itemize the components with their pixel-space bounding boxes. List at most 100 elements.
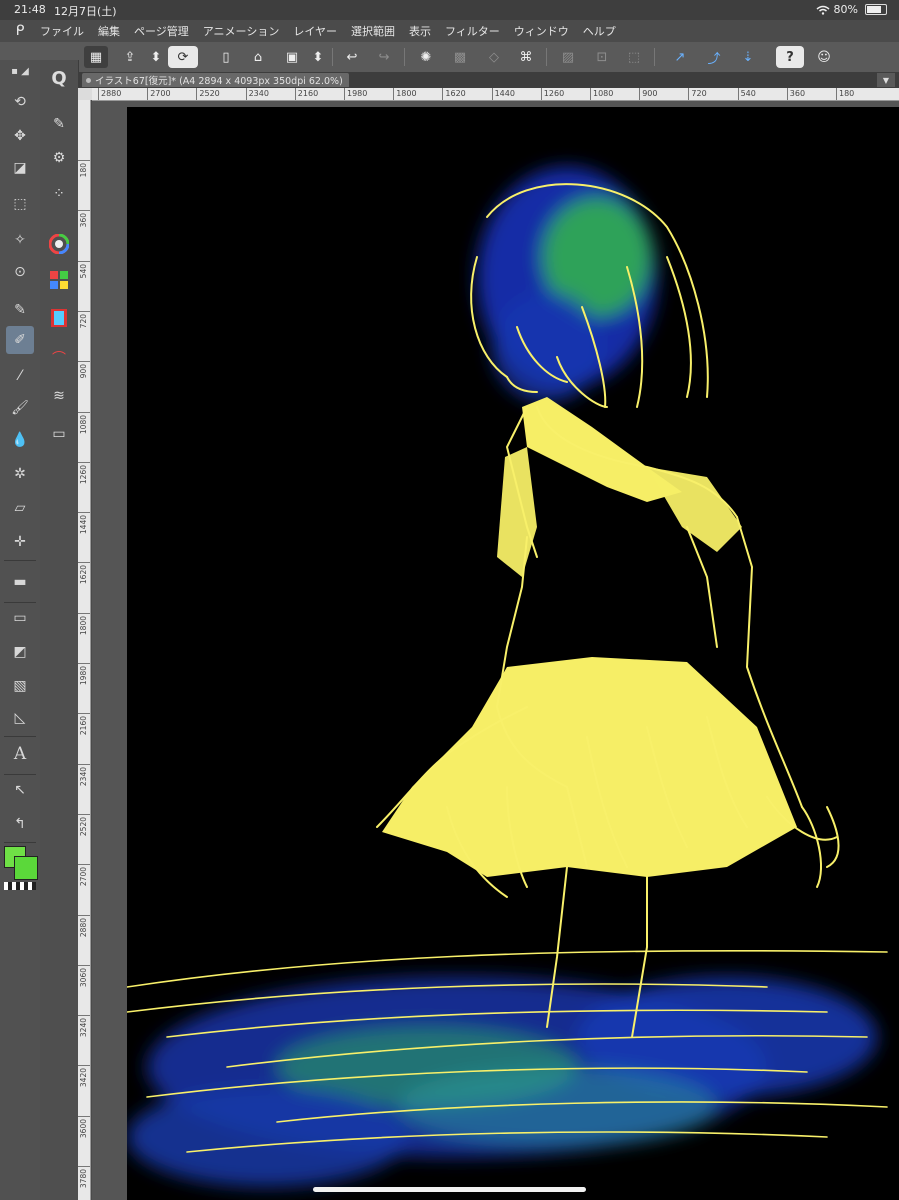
updown2-icon[interactable]: ⬍ bbox=[306, 46, 330, 68]
brush-size-icon[interactable]: ⁘ bbox=[45, 180, 73, 208]
document-title: イラスト67[復元]* (A4 2894 x 4093px 350dpi 62.… bbox=[95, 76, 343, 87]
ruler-tick-label: 2700 bbox=[78, 864, 90, 886]
ruler-tick-label: 3600 bbox=[78, 1115, 90, 1138]
sub-color-swatch[interactable] bbox=[14, 856, 38, 880]
skirt bbox=[382, 657, 797, 877]
ruler-tick-label: 2880 bbox=[98, 88, 121, 100]
ruler-tick-label: 2520 bbox=[196, 88, 220, 100]
decoration-icon[interactable]: ✛ bbox=[6, 528, 34, 556]
ruler-tick-label: 540 bbox=[737, 88, 756, 100]
palette-grip-icon[interactable]: ▪ ◢ bbox=[6, 60, 34, 82]
ruler-tick-label: 1620 bbox=[442, 88, 466, 100]
open-folder-icon[interactable]: ⌂ bbox=[246, 46, 270, 68]
ruler-tick-label: 3060 bbox=[78, 964, 90, 987]
import-icon[interactable]: ⇪ bbox=[118, 46, 142, 68]
menu-page[interactable]: ページ管理 bbox=[134, 23, 189, 39]
loading-icon[interactable]: ✺ bbox=[414, 46, 438, 68]
move-icon[interactable]: ✥ bbox=[6, 122, 34, 150]
sleeve-right bbox=[647, 467, 742, 552]
eyedropper-icon[interactable]: ⊙ bbox=[6, 258, 34, 286]
select-icon[interactable]: ⬚ bbox=[622, 46, 646, 68]
fill-bucket-icon[interactable]: ◩ bbox=[6, 638, 34, 666]
date: 12月7日(土) bbox=[54, 5, 117, 18]
selection-rect-icon[interactable]: ⬚ bbox=[6, 190, 34, 218]
correct-line-icon[interactable]: ↰ bbox=[6, 810, 34, 838]
cloud-sync-icon[interactable]: ⟳ bbox=[168, 46, 198, 68]
ruler-icon[interactable]: ◺ bbox=[6, 704, 34, 732]
erase-icon[interactable]: ◇ bbox=[482, 46, 506, 68]
menu-filter[interactable]: フィルター bbox=[445, 23, 500, 39]
menu-view[interactable]: 表示 bbox=[409, 23, 431, 39]
ruler-snap-icon[interactable]: ↗ bbox=[668, 46, 692, 68]
text-tool-icon[interactable]: A bbox=[6, 740, 34, 768]
command-bar: ▦ ⇪ ⬍ ⟳ ▯ ⌂ ▣ ⬍ ↩ ↪ ✺ ▩ ◇ ⌘ ▨ ⊡ ⬚ ↗ ⤴ ⇣ … bbox=[0, 42, 899, 73]
home-indicator[interactable] bbox=[313, 1187, 586, 1192]
menu-help[interactable]: ヘルプ bbox=[583, 23, 616, 39]
tool-property-icon[interactable]: ⚙ bbox=[45, 144, 73, 172]
ruler-tick-label: 540 bbox=[78, 260, 90, 278]
document-tab-bar: イラスト67[復元]* (A4 2894 x 4093px 350dpi 62.… bbox=[78, 72, 899, 88]
ruler-tick-label: 1620 bbox=[78, 562, 90, 584]
special-ruler-snap-icon[interactable]: ⤴ bbox=[702, 46, 726, 68]
document-tab[interactable]: イラスト67[復元]* (A4 2894 x 4093px 350dpi 62.… bbox=[82, 73, 349, 87]
sleeve-left bbox=[497, 447, 537, 577]
pen-icon[interactable]: ✎ bbox=[6, 296, 34, 324]
close-tab-icon[interactable] bbox=[86, 77, 91, 83]
eraser-icon[interactable]: ▱ bbox=[6, 494, 34, 522]
sub-tool-icon[interactable]: ✎ bbox=[45, 110, 73, 138]
ruler-tick-label: 1080 bbox=[78, 411, 90, 434]
fill-icon[interactable]: ▩ bbox=[448, 46, 472, 68]
crop-icon[interactable]: ⊡ bbox=[590, 46, 614, 68]
horizontal-ruler: 2880 2700 2520 2340 2160 1980 1800 1620 1440 1260… bbox=[92, 88, 899, 101]
quick-access-icon[interactable]: Q bbox=[45, 64, 73, 92]
grid-snap-icon[interactable]: ⇣ bbox=[736, 46, 760, 68]
save-icon[interactable]: ▣ bbox=[280, 46, 304, 68]
layer-icon[interactable]: ≋ bbox=[45, 382, 73, 410]
menu-window[interactable]: ウィンドウ bbox=[514, 23, 569, 39]
object-icon[interactable]: ◪ bbox=[6, 154, 34, 182]
blend-icon[interactable]: 💧 bbox=[6, 426, 34, 454]
canvas-area[interactable] bbox=[92, 101, 899, 1200]
menu-edit[interactable]: 編集 bbox=[98, 23, 120, 39]
airbrush-icon[interactable]: ✲ bbox=[6, 460, 34, 488]
color-wheel-icon[interactable] bbox=[45, 230, 73, 258]
brush-icon[interactable]: ⁄ bbox=[6, 362, 34, 390]
balloon-icon[interactable]: ↖ bbox=[6, 776, 34, 804]
ruler-tick-label: 720 bbox=[688, 88, 707, 100]
menu-file[interactable]: ファイル bbox=[40, 23, 84, 39]
help-icon[interactable]: ? bbox=[776, 46, 804, 68]
ruler-tick-label: 1260 bbox=[540, 88, 564, 100]
material-folder-icon[interactable]: ▭ bbox=[45, 420, 73, 448]
magic-wand-icon[interactable]: ✧ bbox=[6, 226, 34, 254]
menu-layer[interactable]: レイヤー bbox=[293, 23, 337, 39]
ruler-tick-label: 1440 bbox=[78, 512, 90, 534]
ruler-tick-label: 1080 bbox=[590, 88, 613, 100]
battery-percent: 80% bbox=[833, 3, 858, 16]
color-set-icon[interactable] bbox=[45, 266, 73, 294]
grid-icon[interactable]: ▦ bbox=[84, 46, 108, 68]
menu-selection[interactable]: 選択範囲 bbox=[351, 23, 395, 39]
new-file-icon[interactable]: ▯ bbox=[214, 46, 238, 68]
ruler-tick-label: 360 bbox=[78, 210, 90, 228]
wifi-icon bbox=[816, 5, 830, 15]
timeline-icon[interactable] bbox=[45, 304, 73, 332]
transform-icon[interactable]: ⌘ bbox=[514, 46, 538, 68]
undo-icon[interactable]: ↩ bbox=[340, 46, 364, 68]
transparent-color-swatch[interactable] bbox=[4, 882, 36, 890]
artwork-canvas[interactable] bbox=[127, 107, 899, 1200]
pencil-icon[interactable]: ✐ bbox=[6, 326, 34, 354]
clear-selection-icon[interactable]: ▨ bbox=[556, 46, 580, 68]
redo-icon[interactable]: ↪ bbox=[372, 46, 396, 68]
menu-animation[interactable]: アニメーション bbox=[203, 23, 280, 39]
app-logo-icon[interactable]: ᑭ bbox=[0, 23, 40, 39]
rotate-view-icon[interactable]: ⟲ bbox=[6, 88, 34, 116]
paintbrush-icon[interactable]: 🖌 bbox=[6, 394, 34, 422]
frame-icon[interactable]: ▬ bbox=[6, 568, 34, 596]
updown-icon[interactable]: ⬍ bbox=[144, 46, 168, 68]
user-icon[interactable]: ☺ bbox=[812, 46, 836, 68]
sub-tool-palette: Q ✎ ⚙ ⁘ ⌒ ≋ ▭ bbox=[40, 60, 79, 1200]
navigator-icon[interactable]: ⌒ bbox=[45, 344, 73, 372]
gradient-icon[interactable]: ▧ bbox=[6, 672, 34, 700]
figure-icon[interactable]: ▭ bbox=[6, 604, 34, 632]
tab-menu-chevron-icon[interactable]: ▼ bbox=[877, 73, 895, 87]
